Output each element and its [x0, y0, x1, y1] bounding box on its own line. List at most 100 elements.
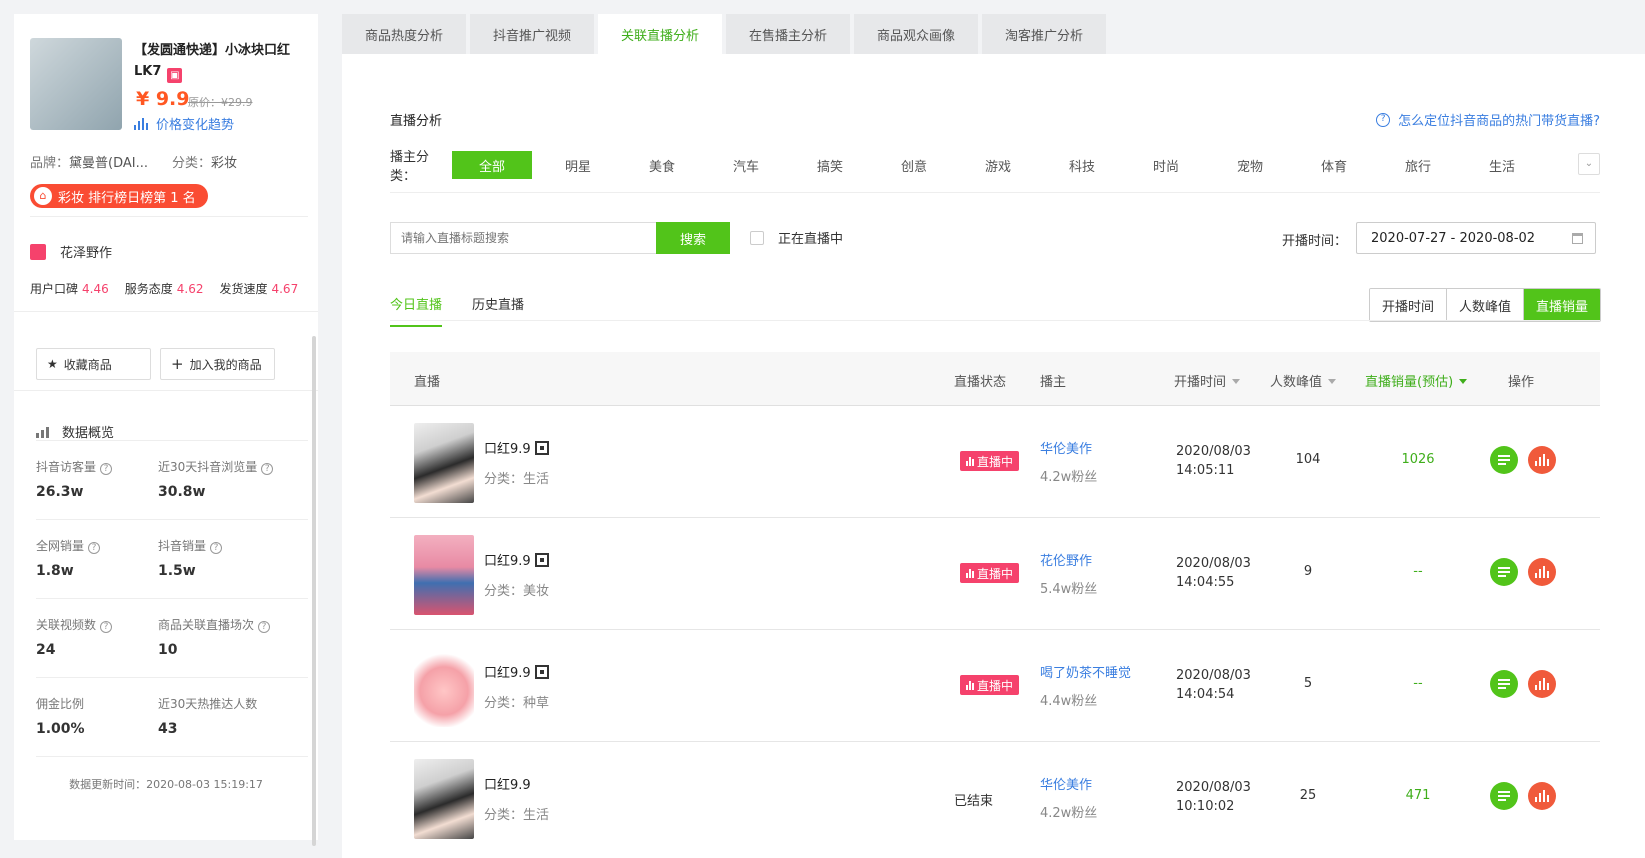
live-title[interactable]: 口红9.9: [484, 774, 531, 793]
live-title[interactable]: 口红9.9: [484, 662, 549, 681]
category-item[interactable]: 旅行: [1376, 151, 1460, 179]
bar-chart-icon[interactable]: [1528, 670, 1556, 698]
divider: [36, 677, 308, 678]
tab-taoke[interactable]: 淘客推广分析: [982, 14, 1106, 54]
divider: [30, 216, 308, 217]
category-item[interactable]: 生活: [1460, 151, 1544, 179]
anchor-fans: 4.4w粉丝: [1040, 694, 1098, 709]
start-time: 2020/08/03 14:04:55: [1176, 556, 1251, 590]
bar-chart-icon[interactable]: [1528, 446, 1556, 474]
peak-viewers: 9: [1303, 564, 1313, 579]
peak-viewers: 25: [1299, 788, 1317, 803]
help-icon[interactable]: ?: [258, 621, 271, 633]
sort-start-time[interactable]: 开播时间: [1369, 289, 1447, 321]
live-title[interactable]: 口红9.9: [484, 438, 549, 457]
anchor-fans: 4.2w粉丝: [1040, 470, 1098, 485]
category-item[interactable]: 时尚: [1124, 151, 1208, 179]
live-bars-icon: [966, 456, 974, 466]
rank-badge[interactable]: ⌂ 彩妆 排行榜日榜第 1 名: [30, 184, 208, 208]
tab-videos[interactable]: 抖音推广视频: [470, 14, 594, 54]
detail-list-icon[interactable]: [1490, 670, 1518, 698]
divider: [36, 519, 308, 520]
date-label: 开播时间：: [1282, 234, 1348, 249]
detail-list-icon[interactable]: [1490, 446, 1518, 474]
score-shipping: 发货速度 4.67: [219, 282, 299, 296]
col-sales[interactable]: 直播销量(预估): [1365, 371, 1468, 390]
category-item[interactable]: 体育: [1292, 151, 1376, 179]
category-all[interactable]: 全部: [452, 151, 532, 179]
sidebar-scrollbar[interactable]: [312, 336, 316, 846]
col-actions: 操作: [1508, 375, 1535, 390]
help-icon[interactable]: ?: [88, 542, 101, 554]
help-icon[interactable]: ?: [100, 463, 113, 475]
col-start-time[interactable]: 开播时间: [1174, 371, 1241, 390]
category-item[interactable]: 美食: [620, 151, 704, 179]
help-icon[interactable]: ?: [100, 621, 113, 633]
anchor-link[interactable]: 华伦美作: [1040, 438, 1092, 457]
shopping-bag-icon: ⌂: [34, 187, 52, 205]
table-header: 直播 直播状态 播主 开播时间 人数峰值 直播销量(预估) 操作: [390, 352, 1600, 406]
divider: [14, 311, 318, 312]
live-category: 分类：生活: [484, 472, 550, 487]
category-item[interactable]: 搞笑: [788, 151, 872, 179]
category-value: 彩妆: [211, 156, 238, 171]
live-cover[interactable]: [414, 423, 474, 503]
live-cover[interactable]: [414, 647, 474, 727]
help-icon[interactable]: ?: [261, 463, 274, 475]
subtab-today[interactable]: 今日直播: [390, 294, 443, 327]
favorite-button[interactable]: ★ 收藏商品: [36, 348, 151, 380]
subtab-history[interactable]: 历史直播: [472, 294, 524, 327]
chevron-down-icon[interactable]: ⌄: [1578, 153, 1600, 175]
col-peak[interactable]: 人数峰值: [1270, 371, 1337, 390]
anchor-link[interactable]: 华伦美作: [1040, 774, 1092, 793]
trend-icon: [134, 117, 148, 130]
price-trend-link[interactable]: 价格变化趋势: [134, 114, 234, 133]
live-title[interactable]: 口红9.9: [484, 550, 549, 569]
live-cover[interactable]: [414, 759, 474, 839]
shop-name-row[interactable]: 花泽野作: [30, 242, 112, 261]
stat-douyin-visitors: 抖音访客量? 26.3w: [36, 458, 113, 500]
live-sales: 471: [1405, 788, 1431, 803]
tab-anchors[interactable]: 在售播主分析: [726, 14, 850, 54]
qr-code-icon[interactable]: [534, 664, 549, 679]
sort-sales[interactable]: 直播销量: [1523, 289, 1600, 321]
help-icon[interactable]: ?: [210, 542, 223, 554]
search-input[interactable]: [390, 222, 656, 254]
detail-list-icon[interactable]: [1490, 558, 1518, 586]
qr-code-icon[interactable]: [534, 440, 549, 455]
anchor-link[interactable]: 喝了奶茶不睡觉: [1040, 662, 1131, 681]
add-product-button[interactable]: + 加入我的商品: [160, 348, 275, 380]
calendar-icon: [1572, 233, 1583, 244]
stat-douyin-sales: 抖音销量? 1.5w: [158, 537, 223, 579]
category-item[interactable]: 游戏: [956, 151, 1040, 179]
tab-audience[interactable]: 商品观众画像: [854, 14, 978, 54]
bar-chart-icon[interactable]: [1528, 558, 1556, 586]
category-item[interactable]: 科技: [1040, 151, 1124, 179]
sort-peak[interactable]: 人数峰值: [1446, 289, 1524, 321]
date-range-picker[interactable]: 2020-07-27 - 2020-08-02: [1356, 222, 1596, 254]
qr-code-icon[interactable]: [534, 552, 549, 567]
category-item[interactable]: 宠物: [1208, 151, 1292, 179]
product-price: ¥ 9.9: [136, 88, 190, 110]
live-cover[interactable]: [414, 535, 474, 615]
bar-chart-icon[interactable]: [1528, 782, 1556, 810]
live-status-badge: 直播中: [960, 563, 1020, 583]
search-button[interactable]: 搜索: [656, 222, 730, 254]
question-icon: ?: [1376, 112, 1391, 127]
analysis-tabs: 商品热度分析 抖音推广视频 关联直播分析 在售播主分析 商品观众画像 淘客推广分…: [342, 14, 1106, 54]
help-link[interactable]: ? 怎么定位抖音商品的热门带货直播?: [1376, 110, 1600, 129]
tab-live-analysis[interactable]: 关联直播分析: [598, 14, 722, 54]
update-time: 数据更新时间：2020-08-03 15:19:17: [69, 778, 263, 791]
peak-viewers: 5: [1303, 676, 1313, 691]
category-item[interactable]: 汽车: [704, 151, 788, 179]
live-only-checkbox[interactable]: 正在直播中: [750, 228, 843, 247]
tab-hotness[interactable]: 商品热度分析: [342, 14, 466, 54]
category-item[interactable]: 创意: [872, 151, 956, 179]
product-image[interactable]: [30, 38, 122, 130]
anchor-link[interactable]: 花伦野作: [1040, 550, 1092, 569]
divider: [36, 440, 308, 441]
detail-list-icon[interactable]: [1490, 782, 1518, 810]
table-row: 口红9.9 分类：生活 直播中 华伦美作 4.2w粉丝 2020/08/03 14…: [390, 406, 1600, 518]
table-row: 口红9.9 分类：生活 已结束 华伦美作 4.2w粉丝 2020/08/03 10…: [390, 742, 1600, 854]
category-item[interactable]: 明星: [536, 151, 620, 179]
